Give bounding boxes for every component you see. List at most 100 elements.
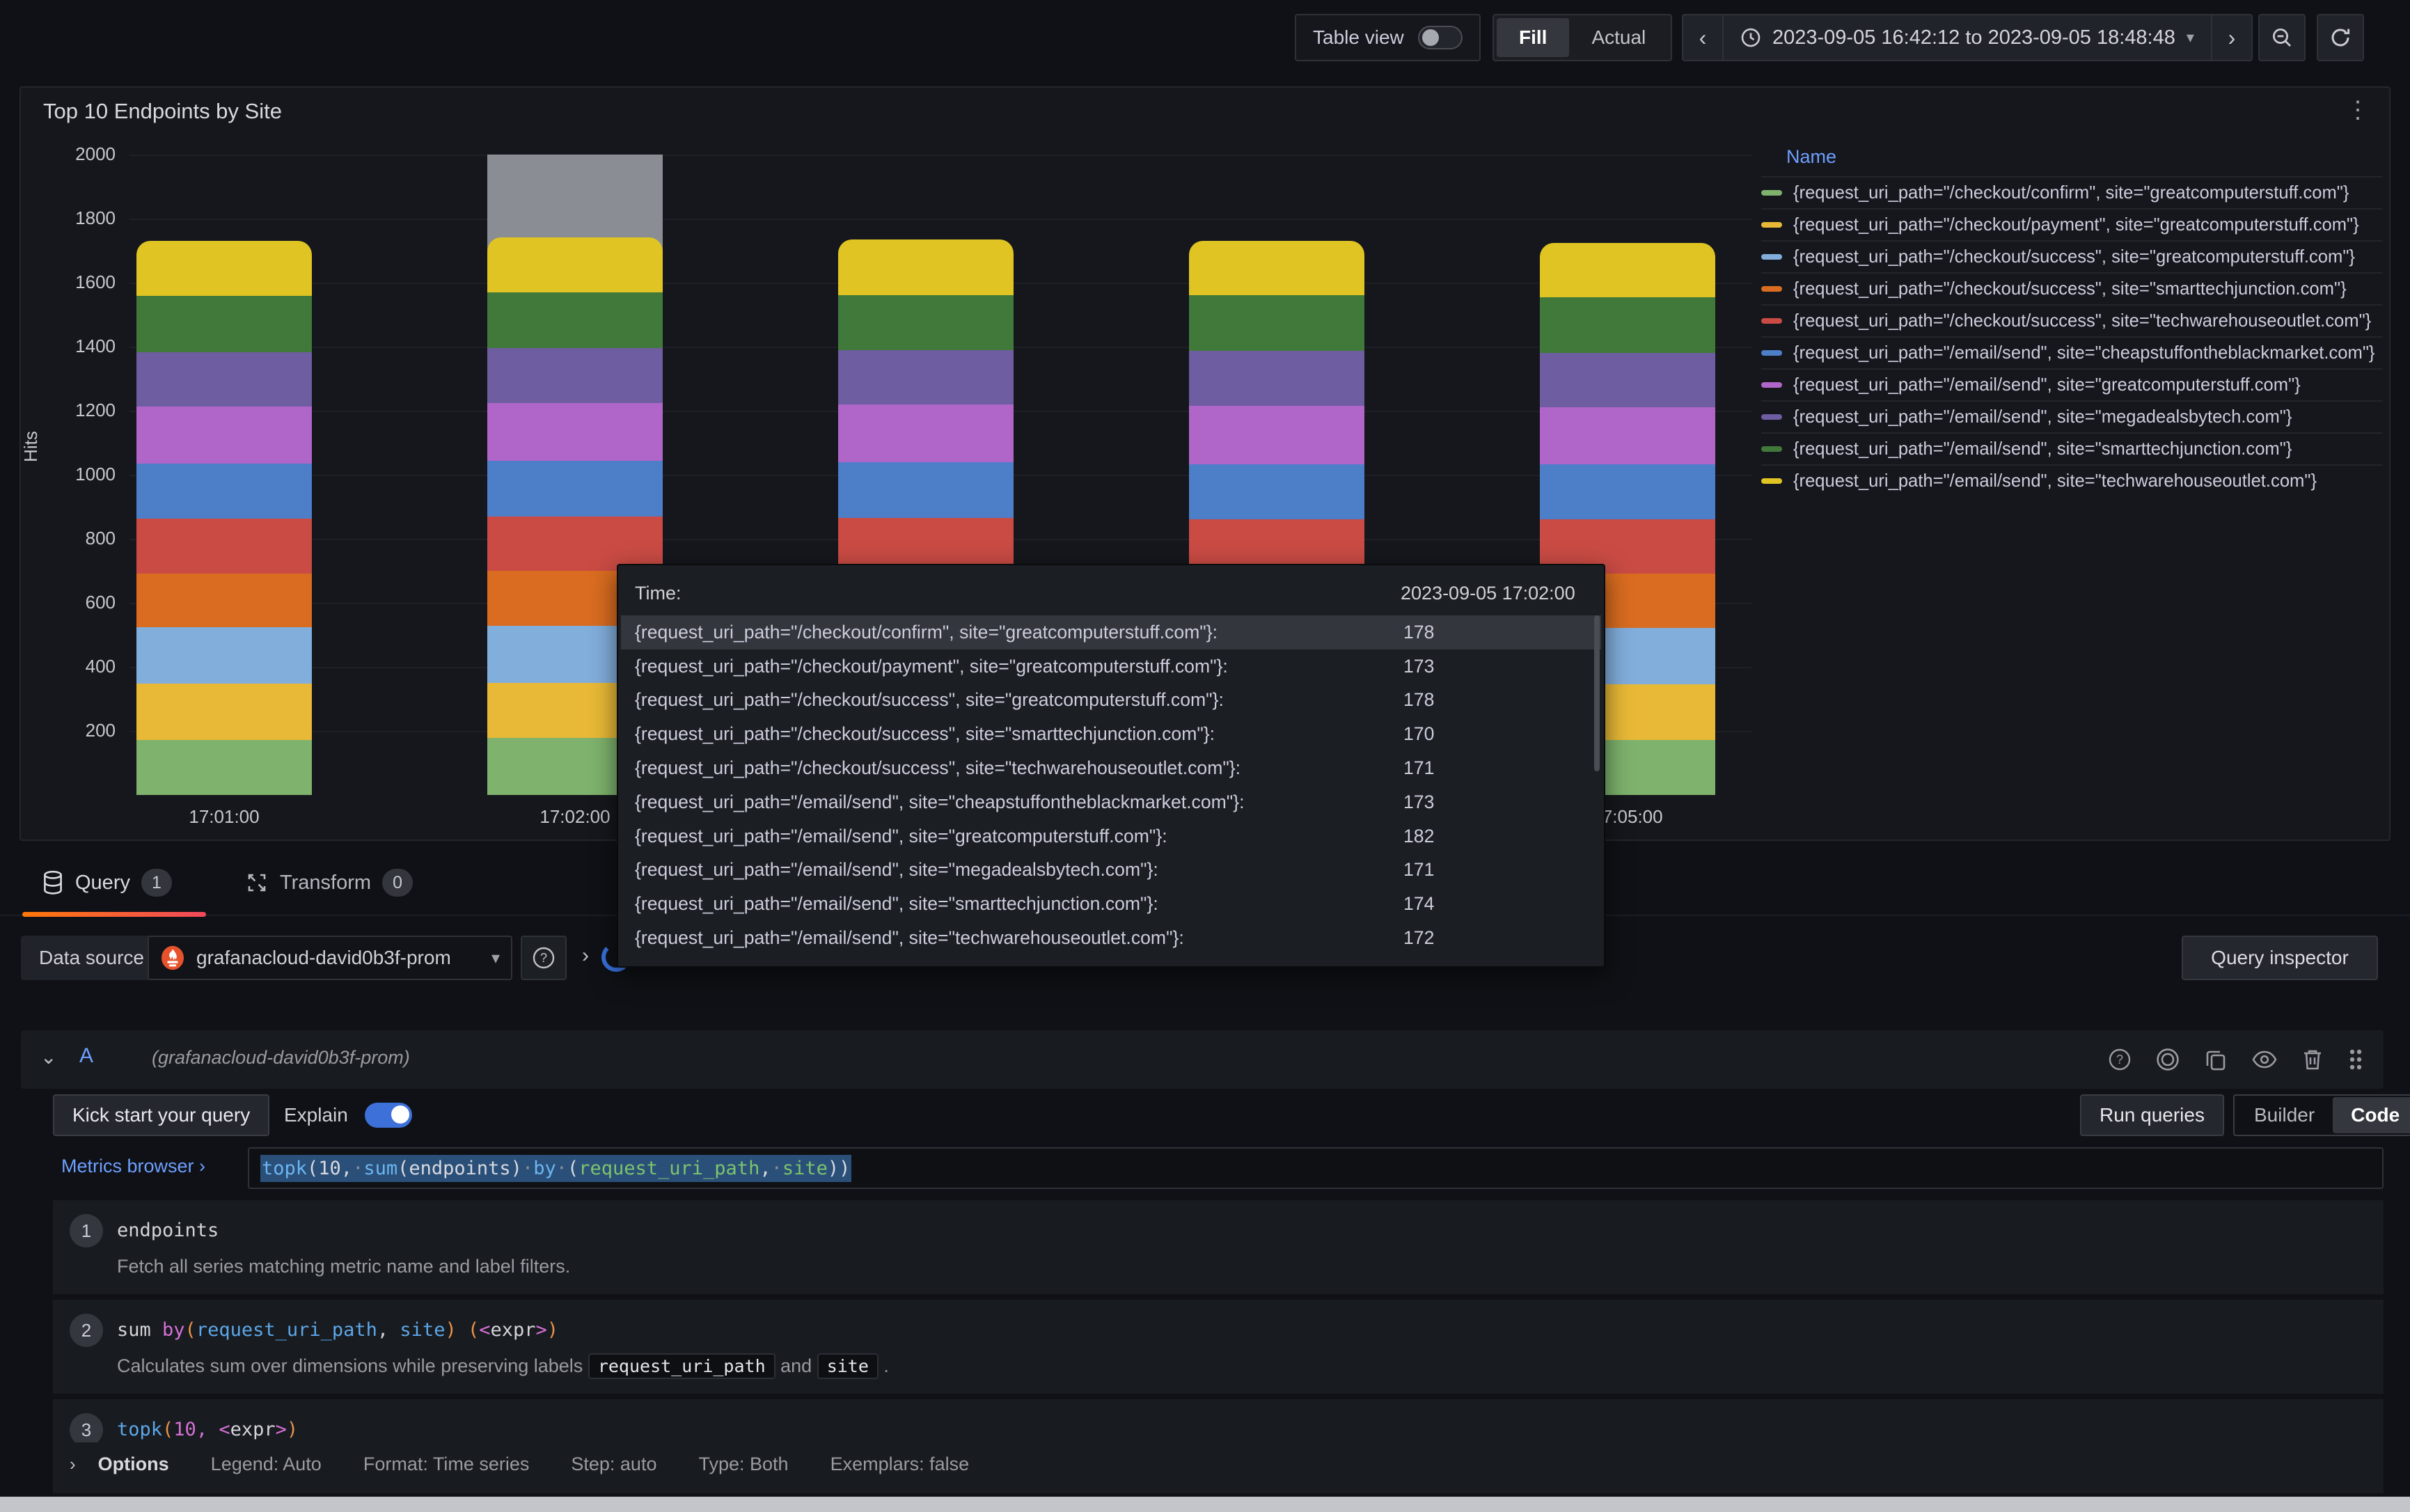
bar-segment[interactable] [838,462,1014,518]
bottom-scrollbar[interactable] [0,1497,2410,1512]
bar-segment[interactable] [1189,406,1364,464]
bar-segment[interactable] [1189,295,1364,351]
legend-item[interactable]: {request_uri_path="/checkout/success", s… [1761,272,2382,304]
bar-segment[interactable] [136,352,312,407]
bar-segment[interactable] [136,574,312,627]
legend-item[interactable]: {request_uri_path="/email/send", site="m… [1761,400,2382,432]
bar-segment[interactable] [487,517,663,572]
legend-item[interactable]: {request_uri_path="/checkout/payment", s… [1761,208,2382,240]
bar-segment[interactable] [838,239,1014,295]
tooltip-series-value: 178 [1403,689,1434,711]
bar-segment[interactable] [838,350,1014,404]
chevron-right-icon[interactable]: › [582,944,589,968]
legend-color-swatch [1761,478,1782,484]
y-axis-tick-label: 2000 [40,143,116,165]
bar-segment[interactable] [1540,353,1715,407]
bar-segment[interactable] [1189,464,1364,519]
promql-code-editor[interactable]: topk(10,·sum(endpoints)·by·(request_uri_… [248,1147,2384,1189]
bar-segment[interactable] [136,627,312,684]
kick-start-button[interactable]: Kick start your query [53,1094,269,1136]
tooltip-series-value: 178 [1403,622,1434,643]
bar-segment[interactable] [136,296,312,352]
table-view-toggle[interactable] [1418,26,1463,49]
bar-segment[interactable] [136,407,312,464]
bar-segment[interactable] [838,295,1014,350]
legend-color-swatch [1761,190,1782,196]
metrics-browser-link[interactable]: Metrics browser › [61,1156,205,1177]
step-expression: endpoints [117,1214,2384,1247]
option-summary-item: Step: auto [571,1454,656,1475]
builder-code-segmented: Builder Code [2233,1094,2410,1136]
option-summary-item: Exemplars: false [830,1454,970,1475]
bar-segment[interactable] [487,403,663,462]
bar-segment[interactable] [1540,243,1715,298]
code-token: expr [230,1419,276,1440]
gridline [129,155,1751,156]
explain-toggle[interactable] [365,1103,412,1128]
actual-option[interactable]: Actual [1569,18,1668,57]
bar-segment[interactable] [136,519,312,574]
option-summary-item: Type: Both [698,1454,788,1475]
bar-segment[interactable] [487,237,663,292]
collapse-chevron-icon[interactable]: ⌄ [40,1046,56,1069]
bar-segment[interactable] [1189,351,1364,406]
run-queries-button[interactable]: Run queries [2080,1094,2224,1136]
time-shift-left-button[interactable]: ‹ [1682,14,1724,61]
tooltip-scrollbar[interactable] [1594,615,1600,771]
bar-segment[interactable] [136,740,312,795]
bar-segment[interactable] [487,461,663,517]
step-number-badge: 2 [70,1314,103,1347]
refresh-button[interactable] [2317,14,2364,61]
bar-segment[interactable] [1189,241,1364,295]
chevron-right-icon: › [70,1454,76,1475]
duplicate-icon[interactable] [2204,1048,2228,1071]
tab-transform[interactable]: Transform 0 [245,855,413,911]
query-row-header[interactable]: ⌄ A (grafanacloud-david0b3f-prom) ? [21,1030,2384,1089]
tooltip-series-value: 173 [1403,656,1434,677]
legend-item[interactable]: {request_uri_path="/checkout/confirm", s… [1761,176,2382,208]
query-inspector-button[interactable]: Query inspector [2182,936,2378,980]
time-range-button[interactable]: 2023-09-05 16:42:12 to 2023-09-05 18:48:… [1724,14,2211,61]
bar-segment[interactable] [838,404,1014,462]
legend-item[interactable]: {request_uri_path="/email/send", site="t… [1761,464,2382,496]
chevron-down-icon: ▾ [2187,29,2194,47]
explain-step: 1endpointsFetch all series matching metr… [53,1200,2384,1294]
bar-segment[interactable] [136,241,312,296]
bar-segment[interactable] [136,684,312,740]
record-icon[interactable] [2155,1047,2180,1072]
bar-segment[interactable] [1540,407,1715,465]
stacked-bar[interactable] [136,241,312,795]
fill-option[interactable]: Fill [1497,18,1569,57]
trash-icon[interactable] [2301,1048,2324,1071]
drag-handle-icon[interactable] [2347,1047,2364,1072]
legend-item[interactable]: {request_uri_path="/checkout/success", s… [1761,240,2382,272]
bar-segment[interactable] [136,464,312,518]
svg-text:?: ? [540,951,547,965]
label-chip: site [817,1353,879,1379]
table-view-toggle-group[interactable]: Table view [1295,14,1481,61]
datasource-help-button[interactable]: ? [521,936,567,980]
legend-header[interactable]: Name [1761,146,2382,176]
code-token: ) [287,1419,298,1440]
datasource-select[interactable]: grafanacloud-david0b3f-prom ▾ [148,936,512,980]
builder-option[interactable]: Builder [2236,1097,2333,1133]
code-option[interactable]: Code [2333,1097,2410,1133]
bar-segment[interactable] [1540,464,1715,519]
y-axis-tick-label: 1400 [40,336,116,357]
legend-item[interactable]: {request_uri_path="/email/send", site="c… [1761,336,2382,368]
zoom-out-button[interactable] [2258,14,2306,61]
bar-segment[interactable] [1540,297,1715,353]
eye-icon[interactable] [2251,1049,2278,1070]
time-shift-right-button[interactable]: › [2211,14,2253,61]
bar-segment[interactable] [487,348,663,403]
help-circle-icon[interactable]: ? [2108,1048,2132,1071]
query-options-row[interactable]: › Options Legend: AutoFormat: Time serie… [53,1442,2384,1486]
bar-segment[interactable] [487,292,663,348]
time-range-text: 2023-09-05 16:42:12 to 2023-09-05 18:48:… [1772,26,2175,49]
code-token: < [479,1319,490,1341]
legend-item[interactable]: {request_uri_path="/checkout/success", s… [1761,304,2382,336]
tab-query[interactable]: Query 1 [42,855,172,911]
tooltip-series-value: 171 [1403,859,1434,881]
legend-item[interactable]: {request_uri_path="/email/send", site="g… [1761,368,2382,400]
legend-item[interactable]: {request_uri_path="/email/send", site="s… [1761,432,2382,464]
